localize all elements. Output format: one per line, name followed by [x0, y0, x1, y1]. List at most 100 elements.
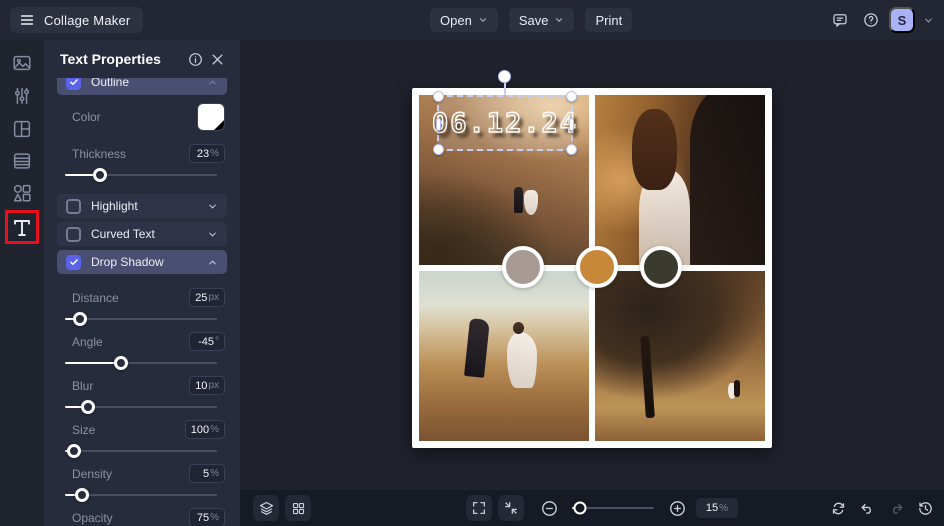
- refresh-button[interactable]: [825, 495, 851, 521]
- section-highlight[interactable]: Highlight: [57, 194, 227, 218]
- sidebar-item-text[interactable]: [8, 216, 36, 240]
- history-controls: [825, 495, 938, 521]
- curved-text-checkbox[interactable]: [66, 227, 81, 242]
- undo-button[interactable]: [854, 495, 880, 521]
- slider-knob[interactable]: [75, 488, 89, 502]
- account-menu-button[interactable]: [920, 7, 936, 33]
- photo-bottom-left[interactable]: [419, 271, 589, 441]
- outline-color-swatch[interactable]: [197, 103, 225, 131]
- slider-knob[interactable]: [81, 400, 95, 414]
- sidebar-item-patterns[interactable]: [10, 149, 34, 173]
- thickness-value-box[interactable]: 23%: [189, 144, 225, 163]
- section-curved-text[interactable]: Curved Text: [57, 222, 227, 246]
- sidebar-item-graphics[interactable]: [10, 181, 34, 205]
- slider-knob[interactable]: [67, 444, 81, 458]
- thickness-control: Thickness 23%: [57, 144, 227, 185]
- photo-bottom-right[interactable]: [595, 271, 765, 441]
- size-label: Size: [72, 423, 95, 437]
- account-area: S: [827, 7, 936, 33]
- density-slider[interactable]: [65, 485, 217, 505]
- resize-handle-se[interactable]: [566, 144, 577, 155]
- redo-button[interactable]: [883, 495, 909, 521]
- grid-view-button[interactable]: [285, 495, 311, 521]
- bottom-toolbar: 15%: [240, 490, 944, 526]
- zoom-controls: 15%: [466, 495, 738, 521]
- layout-icon: [11, 118, 33, 140]
- palette-dot-2[interactable]: [576, 246, 618, 288]
- slider-knob[interactable]: [114, 356, 128, 370]
- collage-canvas[interactable]: 06.12.24: [412, 88, 772, 448]
- feedback-button[interactable]: [827, 7, 853, 33]
- resize-handle-nw[interactable]: [433, 91, 444, 102]
- canvas-text[interactable]: 06.12.24: [432, 108, 578, 139]
- undo-icon: [859, 500, 876, 517]
- workspace[interactable]: 06.12.24: [240, 40, 944, 526]
- section-outline[interactable]: Outline: [57, 78, 227, 95]
- rotation-handle[interactable]: [498, 70, 511, 83]
- distance-value-box[interactable]: 25px: [189, 288, 225, 307]
- zoom-out-button[interactable]: [536, 495, 562, 521]
- text-selection-box[interactable]: 06.12.24: [437, 95, 573, 151]
- thickness-slider[interactable]: [65, 165, 217, 185]
- zoom-slider[interactable]: [572, 498, 654, 518]
- chat-icon: [831, 11, 849, 29]
- outline-checkbox[interactable]: [66, 78, 81, 90]
- fullscreen-button[interactable]: [466, 495, 492, 521]
- chevron-down-icon: [478, 15, 488, 25]
- angle-slider[interactable]: [65, 353, 217, 373]
- size-value-box[interactable]: 100%: [185, 420, 225, 439]
- photo-figure: [507, 332, 537, 388]
- print-button[interactable]: Print: [585, 8, 632, 32]
- layers-button[interactable]: [253, 495, 279, 521]
- blur-slider[interactable]: [65, 397, 217, 417]
- open-button[interactable]: Open: [430, 8, 498, 32]
- blur-value-box[interactable]: 10px: [189, 376, 225, 395]
- density-value-box[interactable]: 5%: [189, 464, 225, 483]
- resize-handle-e[interactable]: [569, 118, 574, 131]
- opacity-control: Opacity 75%: [57, 508, 227, 526]
- panel-header: Text Properties: [44, 40, 240, 78]
- slider-knob[interactable]: [93, 168, 107, 182]
- save-button[interactable]: Save: [509, 8, 575, 32]
- section-label: Outline: [91, 78, 197, 89]
- opacity-label: Opacity: [72, 511, 113, 525]
- section-label: Highlight: [91, 199, 197, 213]
- help-button[interactable]: [858, 7, 884, 33]
- photo-figure: [632, 109, 676, 191]
- zoom-in-button[interactable]: [664, 495, 690, 521]
- opacity-value-box[interactable]: 75%: [189, 508, 225, 526]
- palette-dot-1[interactable]: [502, 246, 544, 288]
- resize-handle-sw[interactable]: [433, 144, 444, 155]
- section-label: Curved Text: [91, 227, 197, 241]
- section-drop-shadow[interactable]: Drop Shadow: [57, 250, 227, 274]
- pattern-icon: [11, 150, 33, 172]
- close-panel-button[interactable]: [206, 48, 228, 70]
- info-button[interactable]: [184, 48, 206, 70]
- distance-slider[interactable]: [65, 309, 217, 329]
- tool-rail: [0, 40, 44, 526]
- photo-figure: [734, 380, 740, 397]
- fit-screen-button[interactable]: [498, 495, 524, 521]
- palette-dot-3[interactable]: [640, 246, 682, 288]
- photo-figure: [513, 322, 524, 334]
- slider-knob[interactable]: [73, 312, 87, 326]
- avatar[interactable]: S: [889, 7, 915, 33]
- density-label: Density: [72, 467, 112, 481]
- photo-top-right[interactable]: [595, 95, 765, 265]
- zoom-slider-knob[interactable]: [574, 502, 587, 515]
- history-button[interactable]: [912, 495, 938, 521]
- drop-shadow-checkbox[interactable]: [66, 255, 81, 270]
- sidebar-item-edit[interactable]: [10, 84, 34, 108]
- resize-handle-w[interactable]: [436, 118, 441, 131]
- angle-value-box[interactable]: -45°: [189, 332, 225, 351]
- panel-scroll-area[interactable]: Outline Color Thickness 23%: [44, 78, 240, 526]
- app-menu[interactable]: Collage Maker: [10, 7, 143, 33]
- resize-handle-ne[interactable]: [566, 91, 577, 102]
- zoom-value-box[interactable]: 15%: [696, 498, 738, 518]
- distance-label: Distance: [72, 291, 119, 305]
- sidebar-item-layouts[interactable]: [10, 117, 34, 141]
- highlight-checkbox[interactable]: [66, 199, 81, 214]
- sidebar-item-photos[interactable]: [10, 51, 34, 75]
- size-slider[interactable]: [65, 441, 217, 461]
- section-label: Drop Shadow: [91, 255, 197, 269]
